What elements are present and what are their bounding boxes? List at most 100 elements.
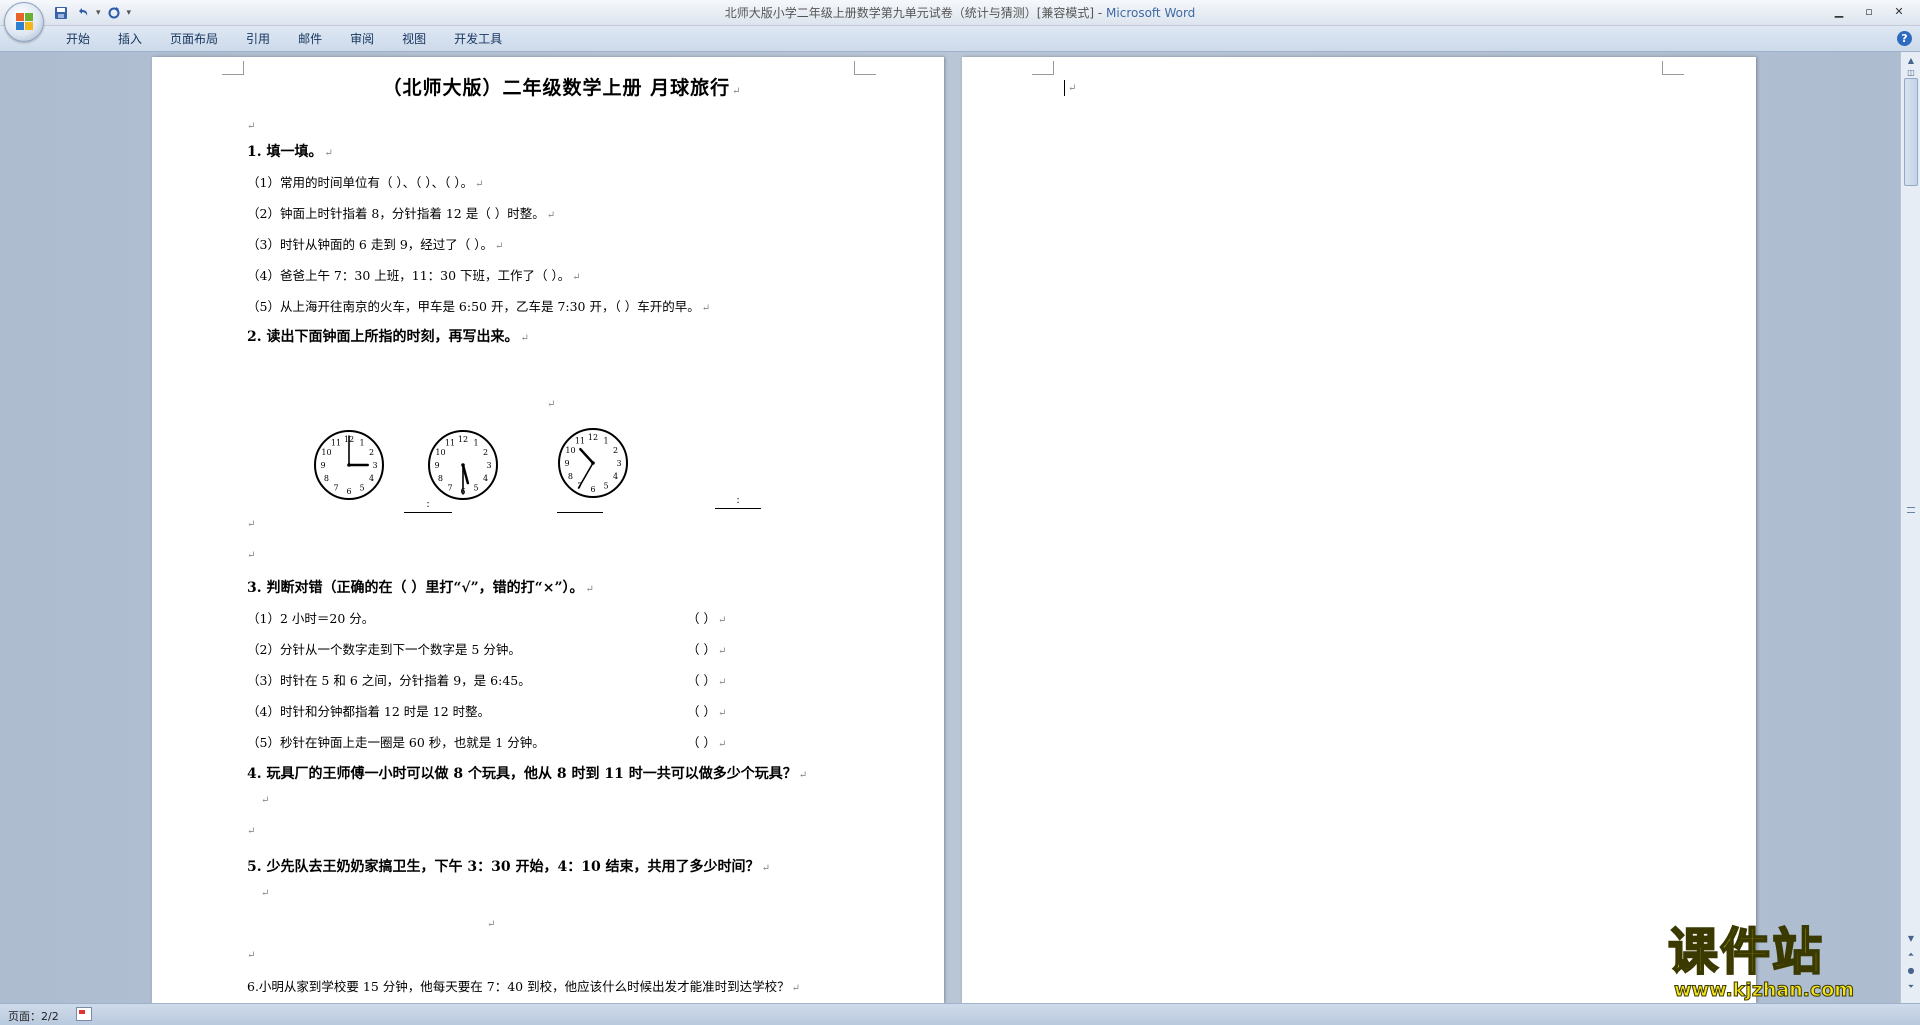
paragraph-mark: ↵ [798, 770, 808, 781]
app-name: Microsoft Word [1106, 6, 1196, 20]
question-1-item: （4）爸爸上午 7：30 上班，11：30 下班，工作了（ ）。 ↵ [247, 265, 581, 284]
clock-numeral: 1 [473, 438, 478, 447]
clock-answer-blank[interactable]: : [715, 495, 761, 509]
q5-head-text: 5. 少先队去王奶奶家搞卫生，下午 3：30 开始，4：10 结束，共用了多少时… [247, 859, 760, 875]
status-bar: 页面：2/2 [0, 1003, 1920, 1025]
empty-paragraph: ↵ [247, 550, 256, 561]
clock-numeral: 8 [438, 474, 443, 483]
clock-answer-blank[interactable]: : [404, 499, 452, 513]
question-1-item: （3）时针从钟面的 6 走到 9，经过了（ ）。 ↵ [247, 234, 503, 253]
tab-home[interactable]: 开始 [52, 31, 104, 47]
clock-numeral: 3 [616, 459, 621, 468]
scroll-grip[interactable] [1907, 507, 1915, 513]
tab-view[interactable]: 视图 [388, 31, 440, 47]
question-3-item: （5）秒针在钟面上走一圈是 60 秒，也就是 1 分钟。 [247, 732, 545, 751]
paragraph-mark: ↵ [324, 148, 333, 159]
maximize-icon[interactable]: ▫ [1854, 2, 1884, 20]
clock-numeral: 7 [333, 484, 338, 493]
empty-paragraph: ↵ [247, 950, 256, 961]
ribbon-tabs: 开始 插入 页面布局 引用 邮件 审阅 视图 开发工具 [52, 31, 516, 47]
tab-developer[interactable]: 开发工具 [440, 31, 516, 47]
q3-item-text: （1）2 小时＝20 分。 [247, 611, 375, 626]
tab-review[interactable]: 审阅 [336, 31, 388, 47]
paragraph-mark: ↵ [717, 646, 727, 657]
blank-colon: : [426, 499, 430, 510]
empty-paragraph: ↵ [487, 919, 496, 930]
office-button[interactable] [4, 2, 44, 42]
q1-head-text: 1. 填一填。 [247, 144, 323, 160]
tab-page-layout[interactable]: 页面布局 [156, 31, 232, 47]
page-2[interactable]: ↵ [962, 57, 1756, 1003]
clock-numeral: 4 [613, 472, 618, 481]
window-title: 北师大版小学二年级上册数学第九单元试卷（统计与猜测）[兼容模式] - Micro… [0, 4, 1920, 21]
crop-mark [1032, 61, 1054, 75]
scroll-thumb[interactable] [1904, 78, 1918, 186]
title-separator: - [1094, 6, 1107, 20]
answer-parens[interactable]: （ ） ↵ [687, 608, 726, 627]
clock-numeral: 10 [565, 446, 575, 455]
clock-numeral: 5 [359, 484, 364, 493]
q4-head-text: 4. 玩具厂的王师傅一小时可以做 8 个玩具，他从 8 时到 11 时一共可以做… [247, 766, 797, 782]
q3-item-text: （3）时针在 5 和 6 之间，分针指着 9，是 6:45。 [247, 673, 531, 688]
paragraph-mark: ↵ [732, 86, 742, 97]
office-logo-icon [16, 13, 34, 31]
window-controls: ▁ ▫ ✕ [1824, 2, 1914, 20]
page-1: （北师大版）二年级数学上册 月球旅行 ↵ ↵ 1. 填一填。 ↵ （1）常用的时间单… [152, 57, 944, 1003]
clock-numeral: 11 [331, 438, 341, 447]
next-page-icon[interactable]: ⏷ [1903, 980, 1919, 994]
tab-references[interactable]: 引用 [232, 31, 284, 47]
clock-numeral: 9 [564, 459, 569, 468]
paragraph-mark: ↵ [701, 303, 711, 314]
minimize-icon[interactable]: ▁ [1824, 2, 1854, 20]
clock-answer-blank[interactable] [557, 499, 603, 513]
clock-center [461, 463, 465, 467]
close-icon[interactable]: ✕ [1884, 2, 1914, 20]
tab-insert[interactable]: 插入 [104, 31, 156, 47]
q3-item-text: （5）秒针在钟面上走一圈是 60 秒，也就是 1 分钟。 [247, 735, 545, 750]
q1-item-text: （4）爸爸上午 7：30 上班，11：30 下班，工作了（ ）。 [247, 268, 571, 283]
paragraph-mark: ↵ [717, 739, 727, 750]
crop-mark [1662, 61, 1684, 75]
page-count[interactable]: 页面：2/2 [8, 1008, 59, 1024]
question-1-item: （2）钟面上时针指着 8，分针指着 12 是（ ）时整。 ↵ [247, 203, 555, 222]
clock-center [347, 463, 351, 467]
clock-numeral: 9 [320, 461, 325, 470]
paragraph-mark: ↵ [761, 863, 770, 874]
answer-parens[interactable]: （ ） ↵ [687, 732, 726, 751]
answer-parens[interactable]: （ ） ↵ [687, 670, 726, 689]
blank-colon: : [736, 495, 740, 506]
paren-text: （ ） [687, 642, 716, 657]
help-icon[interactable]: ? [1897, 31, 1912, 46]
clock-numeral: 5 [603, 482, 608, 491]
clock-numeral: 10 [435, 448, 445, 457]
clock-face-1: 123456789101112 [314, 430, 384, 500]
tab-mailings[interactable]: 邮件 [284, 31, 336, 47]
paragraph-mark: ↵ [791, 983, 800, 994]
clock-numeral: 12 [588, 433, 598, 442]
clock-numeral: 6 [590, 485, 595, 494]
proofing-icon[interactable] [76, 1007, 92, 1021]
clock-numeral: 1 [359, 438, 364, 447]
vertical-scrollbar[interactable]: ▲ ◫ ▼ ⏶ ● ⏷ [1900, 52, 1920, 1003]
empty-paragraph: ↵ [247, 519, 256, 530]
browse-object-icon[interactable]: ● [1903, 964, 1919, 978]
scroll-down-icon[interactable]: ▼ [1903, 932, 1919, 946]
empty-paragraph: ↵ [247, 826, 256, 837]
q1-item-text: （3）时针从钟面的 6 走到 9，经过了（ ）。 [247, 237, 494, 252]
question-1-item: （5）从上海开往南京的火车，甲车是 6:50 开，乙车是 7:30 开，（ ）车… [247, 296, 710, 315]
q3-item-text: （4）时针和分钟都指着 12 时是 12 时整。 [247, 704, 491, 719]
question-1-heading: 1. 填一填。 ↵ [247, 141, 333, 161]
question-2-heading: 2. 读出下面钟面上所指的时刻，再写出来。 ↵ [247, 326, 529, 346]
empty-paragraph: ↵ [247, 121, 256, 132]
answer-parens[interactable]: （ ） ↵ [687, 639, 726, 658]
doc-title: （北师大版）二年级数学上册 月球旅行 ↵ [247, 73, 877, 100]
paragraph-mark: ↵ [495, 241, 504, 252]
document-workspace: （北师大版）二年级数学上册 月球旅行 ↵ ↵ 1. 填一填。 ↵ （1）常用的时间单… [0, 52, 1900, 1003]
answer-parens[interactable]: （ ） ↵ [687, 701, 726, 720]
question-5-heading: 5. 少先队去王奶奶家搞卫生，下午 3：30 开始，4：10 结束，共用了多少时… [247, 856, 770, 876]
clock-numeral: 11 [575, 436, 585, 445]
title-bar: ▾ ▾ 北师大版小学二年级上册数学第九单元试卷（统计与猜测）[兼容模式] - M… [0, 0, 1920, 26]
ribbon: 开始 插入 页面布局 引用 邮件 审阅 视图 开发工具 ? [0, 26, 1920, 52]
clock-numeral: 8 [324, 474, 329, 483]
previous-page-icon[interactable]: ⏶ [1903, 948, 1919, 962]
